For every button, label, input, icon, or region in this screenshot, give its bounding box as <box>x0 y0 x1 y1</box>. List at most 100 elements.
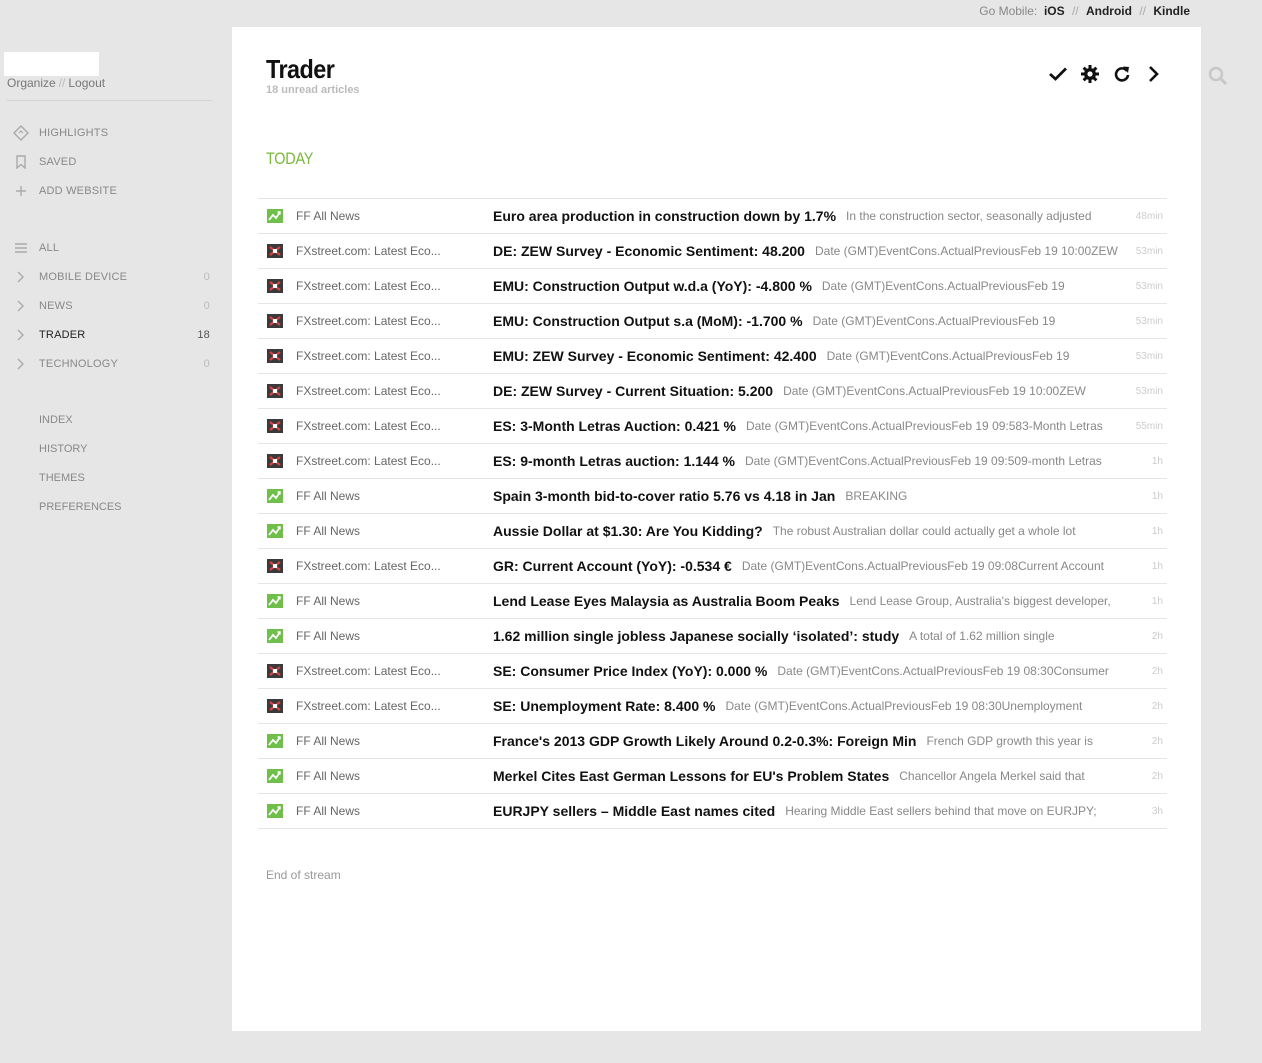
article-row[interactable]: FXstreet.com: Latest Eco... ES: 9-month L… <box>258 444 1167 479</box>
sidebar-divider <box>7 100 212 101</box>
article-row[interactable]: FF All News Spain 3-month bid-to-cover ra… <box>258 479 1167 514</box>
article-title[interactable]: Lend Lease Eyes Malaysia as Australia Bo… <box>493 593 840 609</box>
article-source: FF All News <box>296 804 361 818</box>
article-title[interactable]: EMU: ZEW Survey - Economic Sentiment: 42… <box>493 348 817 364</box>
article-row[interactable]: FXstreet.com: Latest Eco... DE: ZEW Surve… <box>258 234 1167 269</box>
article-source: FXstreet.com: Latest Eco... <box>296 559 441 573</box>
article-title[interactable]: ES: 3-Month Letras Auction: 0.421 % <box>493 418 736 434</box>
article-title[interactable]: Merkel Cites East German Lessons for EU'… <box>493 768 889 784</box>
article-snippet: French GDP growth this year is <box>926 734 1093 748</box>
unread-articles-count: 18 unread articles <box>266 84 360 96</box>
fxstreet-feed-icon <box>267 454 283 468</box>
chevron-right-icon <box>10 300 32 312</box>
bookmark-icon <box>10 155 32 169</box>
sidebar-item-label: Saved <box>39 156 77 168</box>
article-row[interactable]: FXstreet.com: Latest Eco... EMU: Construc… <box>258 304 1167 339</box>
article-snippet: Date (GMT)EventCons.ActualPreviousFeb 19… <box>744 454 1102 468</box>
article-row[interactable]: FF All News Aussie Dollar at $1.30: Are Y… <box>258 514 1167 549</box>
article-row[interactable]: FXstreet.com: Latest Eco... SE: Consumer … <box>258 654 1167 689</box>
sidebar-item-trader[interactable]: Trader 18 <box>10 325 210 345</box>
sidebar-item-history[interactable]: History <box>39 443 88 455</box>
article-row[interactable]: FF All News Euro area production in const… <box>258 199 1167 234</box>
article-snippet: Date (GMT)EventCons.ActualPreviousFeb 19… <box>814 244 1118 258</box>
article-age: 2h <box>1151 665 1163 677</box>
article-age: 2h <box>1151 630 1163 642</box>
article-row[interactable]: FXstreet.com: Latest Eco... SE: Unemploym… <box>258 689 1167 724</box>
sidebar-item-add-website[interactable]: Add Website <box>10 181 210 201</box>
article-title[interactable]: GR: Current Account (YoY): -0.534 € <box>493 558 732 574</box>
sidebar-item-themes[interactable]: Themes <box>39 472 85 484</box>
sidebar-item-saved[interactable]: Saved <box>10 152 210 172</box>
article-age: 1h <box>1151 525 1163 537</box>
sidebar-item-news[interactable]: News 0 <box>10 296 210 316</box>
article-source: FXstreet.com: Latest Eco... <box>296 314 441 328</box>
article-age: 2h <box>1151 700 1163 712</box>
article-snippet: The robust Australian dollar could actua… <box>772 524 1076 538</box>
user-name-box <box>4 52 99 76</box>
ios-link[interactable]: iOS <box>1044 4 1065 18</box>
article-source: FF All News <box>296 524 361 538</box>
article-row[interactable]: FXstreet.com: Latest Eco... EMU: ZEW Surv… <box>258 339 1167 374</box>
sidebar-item-all[interactable]: All <box>10 238 210 258</box>
article-row[interactable]: FXstreet.com: Latest Eco... EMU: Construc… <box>258 269 1167 304</box>
article-row[interactable]: FF All News France's 2013 GDP Growth Like… <box>258 724 1167 759</box>
article-source: FF All News <box>296 209 361 223</box>
chevron-right-icon <box>10 329 32 341</box>
fxstreet-feed-icon <box>267 419 283 433</box>
gear-icon[interactable] <box>1081 65 1099 83</box>
sidebar: Organize//Logout Highlights Saved Add We… <box>0 0 232 1063</box>
article-title[interactable]: EMU: Construction Output w.d.a (YoY): -4… <box>493 278 812 294</box>
article-row[interactable]: FF All News EURJPY sellers – Middle East … <box>258 794 1167 829</box>
plus-icon <box>10 185 32 197</box>
article-age: 53min <box>1135 385 1163 397</box>
sidebar-item-index[interactable]: Index <box>39 414 73 426</box>
article-title[interactable]: EMU: Construction Output s.a (MoM): -1.7… <box>493 313 803 329</box>
unread-count: 0 <box>203 300 210 312</box>
logout-link[interactable]: Logout <box>68 76 105 90</box>
article-title[interactable]: France's 2013 GDP Growth Likely Around 0… <box>493 733 916 749</box>
kindle-link[interactable]: Kindle <box>1153 4 1190 18</box>
sidebar-item-label: Mobile Device <box>39 271 128 283</box>
article-row[interactable]: FF All News 1.62 million single jobless J… <box>258 619 1167 654</box>
sidebar-item-highlights[interactable]: Highlights <box>10 123 210 143</box>
sidebar-item-mobile-device[interactable]: Mobile Device 0 <box>10 267 210 287</box>
android-link[interactable]: Android <box>1086 4 1132 18</box>
article-title[interactable]: Aussie Dollar at $1.30: Are You Kidding? <box>493 523 763 539</box>
sidebar-item-label: Technology <box>39 358 119 370</box>
mark-all-read-icon[interactable] <box>1049 65 1067 83</box>
article-title[interactable]: 1.62 million single jobless Japanese soc… <box>493 628 899 644</box>
toolbar <box>1049 65 1163 83</box>
article-title[interactable]: SE: Unemployment Rate: 8.400 % <box>493 698 716 714</box>
article-title[interactable]: SE: Consumer Price Index (YoY): 0.000 % <box>493 663 767 679</box>
unread-count: 0 <box>203 271 210 283</box>
refresh-icon[interactable] <box>1113 65 1131 83</box>
sidebar-item-preferences[interactable]: Preferences <box>39 501 122 513</box>
article-source: FXstreet.com: Latest Eco... <box>296 699 441 713</box>
article-row[interactable]: FXstreet.com: Latest Eco... DE: ZEW Surve… <box>258 374 1167 409</box>
article-title[interactable]: Euro area production in construction dow… <box>493 208 836 224</box>
article-title[interactable]: Spain 3-month bid-to-cover ratio 5.76 vs… <box>493 488 835 504</box>
article-snippet: Date (GMT)EventCons.ActualPreviousFeb 19… <box>745 419 1103 433</box>
article-source: FF All News <box>296 594 361 608</box>
article-title[interactable]: DE: ZEW Survey - Current Situation: 5.20… <box>493 383 773 399</box>
article-row[interactable]: FXstreet.com: Latest Eco... GR: Current A… <box>258 549 1167 584</box>
chevron-right-icon[interactable] <box>1145 65 1163 83</box>
article-row[interactable]: FF All News Merkel Cites East German Less… <box>258 759 1167 794</box>
search-icon[interactable] <box>1208 66 1228 91</box>
article-title[interactable]: ES: 9-month Letras auction: 1.144 % <box>493 453 735 469</box>
article-title[interactable]: EURJPY sellers – Middle East names cited <box>493 803 775 819</box>
article-age: 1h <box>1151 595 1163 607</box>
article-source: FXstreet.com: Latest Eco... <box>296 244 441 258</box>
page-title: Trader <box>266 54 335 84</box>
article-list: FF All News Euro area production in const… <box>258 198 1167 829</box>
unread-count: 18 <box>197 329 210 341</box>
article-title[interactable]: DE: ZEW Survey - Economic Sentiment: 48.… <box>493 243 805 259</box>
ff-news-feed-icon <box>267 629 283 643</box>
article-row[interactable]: FXstreet.com: Latest Eco... ES: 3-Month L… <box>258 409 1167 444</box>
sidebar-item-technology[interactable]: Technology 0 <box>10 354 210 374</box>
article-snippet: Hearing Middle East sellers behind that … <box>785 804 1097 818</box>
article-source: FF All News <box>296 489 361 503</box>
article-row[interactable]: FF All News Lend Lease Eyes Malaysia as A… <box>258 584 1167 619</box>
chevron-right-icon <box>10 358 32 370</box>
organize-link[interactable]: Organize <box>7 76 56 90</box>
